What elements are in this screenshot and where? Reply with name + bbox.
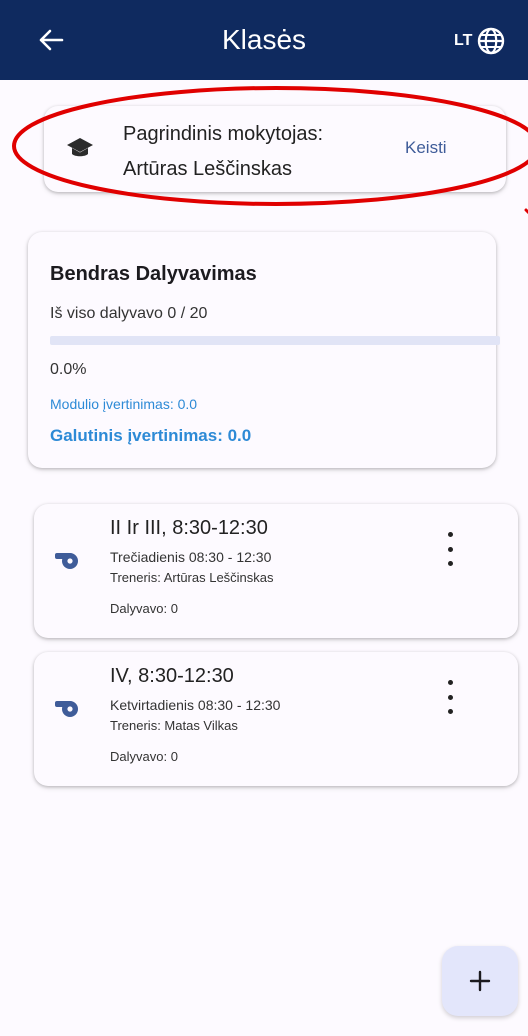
whistle-icon: [55, 553, 78, 569]
group-participants: Dalyvavo: 0: [110, 749, 178, 764]
main-teacher-label: Pagrindinis mokytojas:: [123, 123, 324, 145]
attendance-progress-bar: [50, 336, 500, 345]
more-options-button[interactable]: [440, 532, 460, 566]
group-card[interactable]: II Ir III, 8:30-12:30 Trečiadienis 08:30…: [34, 504, 518, 638]
app-bar: Klasės LT: [0, 0, 528, 80]
attendance-total: Iš viso dalyvavo 0 / 20: [50, 305, 208, 322]
language-code[interactable]: LT: [454, 30, 472, 52]
more-options-button[interactable]: [440, 680, 460, 714]
group-participants: Dalyvavo: 0: [110, 601, 178, 616]
group-schedule: Ketvirtadienis 08:30 - 12:30: [110, 697, 281, 713]
plus-icon: [469, 970, 491, 992]
attendance-card: Bendras Dalyvavimas Iš viso dalyvavo 0 /…: [28, 232, 500, 468]
attendance-title: Bendras Dalyvavimas: [50, 263, 257, 285]
group-title: IV, 8:30-12:30: [110, 665, 234, 687]
more-vert-icon: [447, 680, 453, 685]
group-schedule: Trečiadienis 08:30 - 12:30: [110, 549, 272, 565]
group-title: II Ir III, 8:30-12:30: [110, 517, 268, 539]
main-teacher-card: Pagrindinis mokytojas: Artūras Leščinska…: [44, 106, 506, 192]
more-vert-icon: [447, 532, 453, 537]
globe-icon[interactable]: [476, 26, 506, 56]
page-title: Klasės: [221, 24, 307, 55]
group-coach: Treneris: Matas Vilkas: [110, 718, 238, 733]
add-group-button[interactable]: [442, 946, 518, 1016]
attendance-percent: 0.0%: [50, 361, 87, 378]
final-grade: Galutinis įvertinimas: 0.0: [50, 426, 252, 445]
group-coach: Treneris: Artūras Leščinskas: [110, 570, 274, 585]
module-grade: Modulio įvertinimas: 0.0: [50, 396, 198, 412]
group-card[interactable]: IV, 8:30-12:30 Ketvirtadienis 08:30 - 12…: [34, 652, 518, 786]
change-teacher-button[interactable]: Keisti: [405, 136, 447, 160]
whistle-icon: [55, 701, 78, 717]
main-teacher-name: Artūras Leščinskas: [123, 158, 292, 180]
graduation-cap-icon: [67, 138, 93, 157]
